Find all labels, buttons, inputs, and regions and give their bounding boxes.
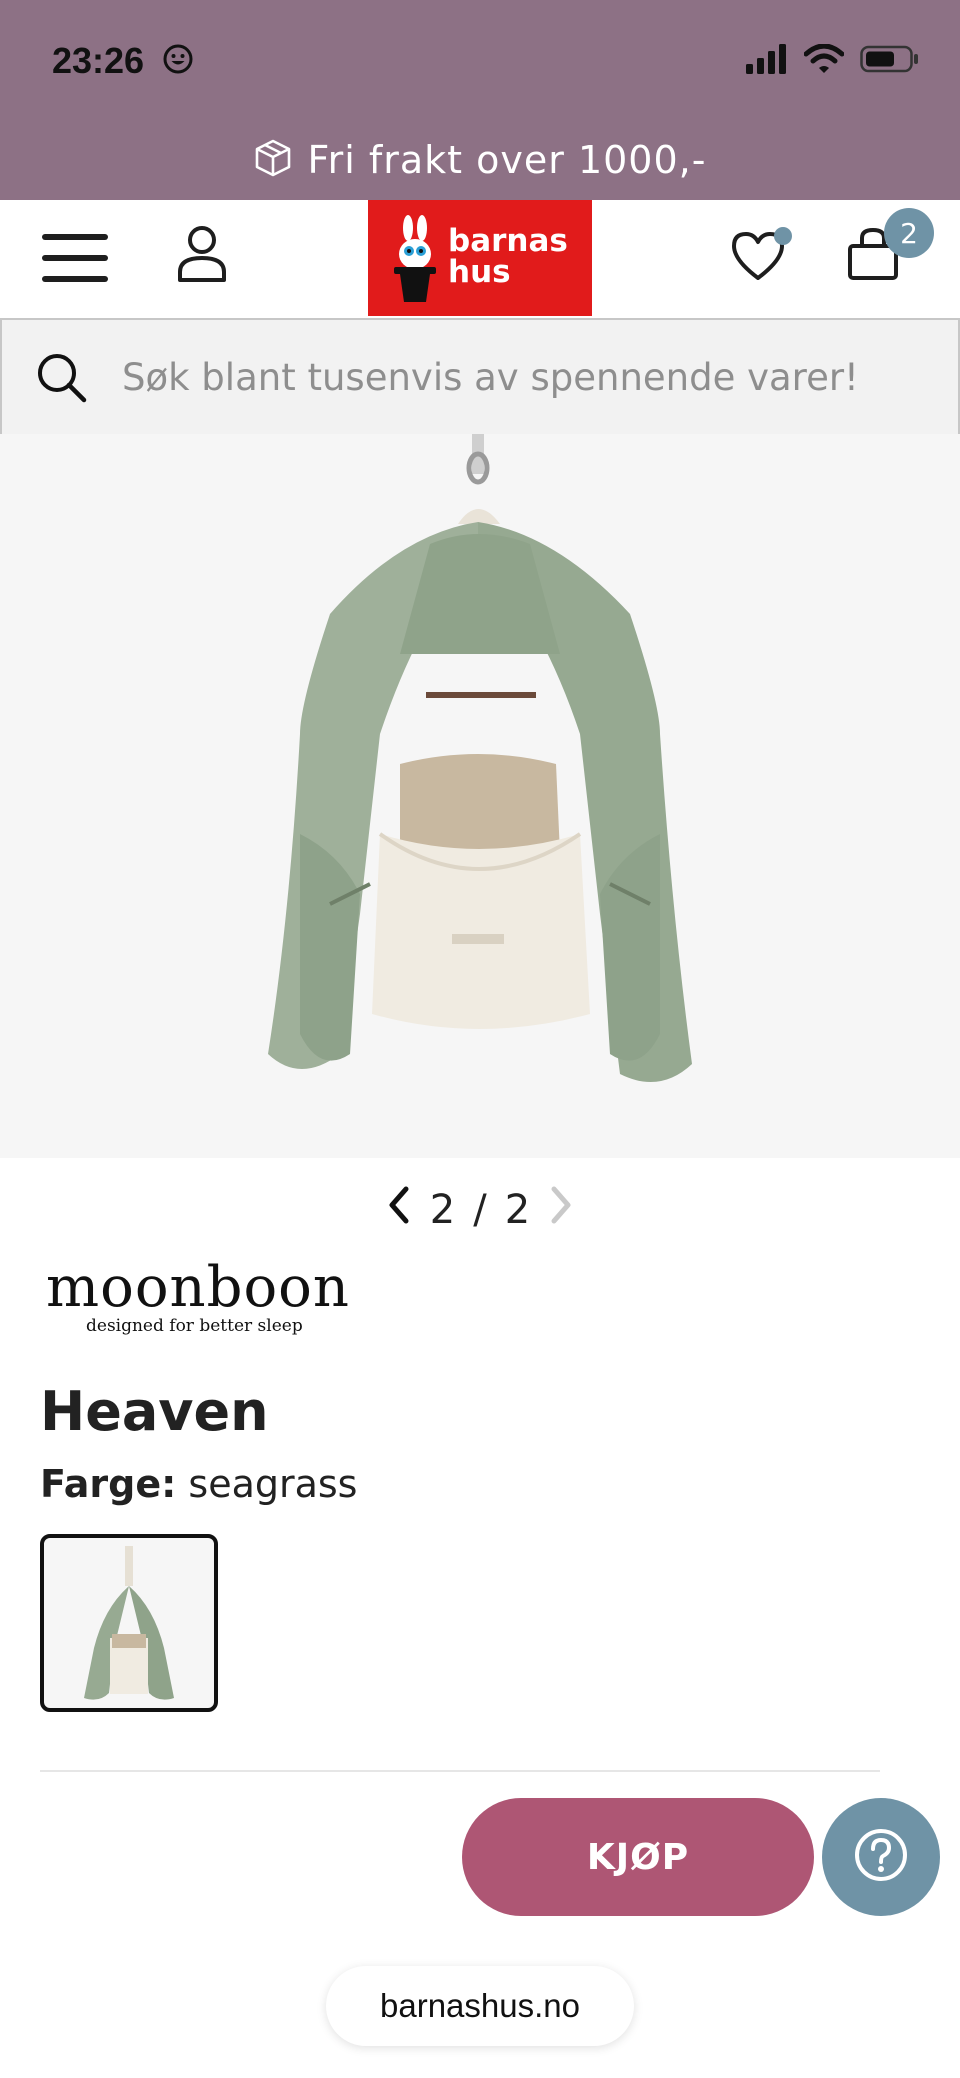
brand-name: moonboon <box>46 1255 350 1320</box>
status-bar: 23:26 <box>0 0 960 120</box>
color-label: Farge: <box>40 1462 177 1506</box>
promo-text: Fri frakt over 1000,- <box>307 138 707 182</box>
search-input[interactable] <box>122 350 922 404</box>
divider <box>40 1770 880 1772</box>
account-icon[interactable] <box>176 224 228 288</box>
url-text: barnashus.no <box>380 1987 580 2024</box>
package-icon <box>254 138 292 182</box>
chevron-right-icon[interactable] <box>548 1185 574 1235</box>
smiley-icon <box>162 42 194 84</box>
help-button[interactable] <box>822 1798 940 1916</box>
logo-line1: barnas <box>448 223 568 259</box>
clock: 23:26 <box>52 40 194 84</box>
color-swatch-thumbnail[interactable] <box>40 1534 218 1712</box>
color-row: Farge: seagrass <box>40 1462 357 1506</box>
hanging-crib-illustration <box>268 434 692 1082</box>
chevron-left-icon[interactable] <box>386 1185 412 1235</box>
question-mark-icon <box>853 1827 909 1887</box>
product-title: Heaven <box>40 1380 269 1443</box>
status-icons <box>746 43 920 78</box>
image-pager: 2 / 2 <box>0 1180 960 1240</box>
brand-logo[interactable]: moonboon designed for better sleep <box>46 1255 350 1337</box>
wishlist-icon[interactable] <box>728 226 792 290</box>
rabbit-in-hat-icon <box>394 215 436 302</box>
buy-button[interactable]: KJØP <box>462 1798 814 1916</box>
time-label: 23:26 <box>52 40 145 81</box>
logo-wordmark: barnas hus <box>448 226 568 288</box>
color-value: seagrass <box>188 1462 358 1506</box>
barnashus-logo[interactable]: barnas hus <box>368 200 592 316</box>
cart-count-badge: 2 <box>884 208 934 258</box>
promo-banner: Fri frakt over 1000,- <box>0 120 960 200</box>
browser-url-pill[interactable]: barnashus.no <box>326 1966 634 2046</box>
product-image[interactable] <box>0 434 960 1158</box>
site-header: barnas hus <box>0 200 960 316</box>
cellular-signal-icon <box>746 44 788 78</box>
battery-icon <box>860 44 920 78</box>
search-icon[interactable] <box>36 352 88 408</box>
pager-separator: / <box>473 1187 487 1233</box>
search-bar[interactable] <box>0 318 960 436</box>
crib-thumbnail-image <box>84 1546 174 1700</box>
menu-icon[interactable] <box>42 234 108 282</box>
pager-total: 2 <box>504 1187 531 1233</box>
pager-current: 2 <box>429 1187 456 1233</box>
logo-line2: hus <box>448 254 511 290</box>
wifi-icon <box>803 43 845 78</box>
